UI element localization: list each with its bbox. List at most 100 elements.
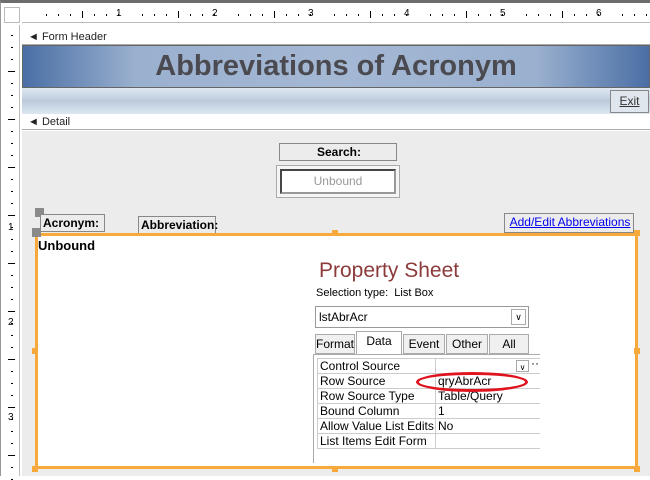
ruler-tick: [274, 11, 275, 18]
ruler-tick: [550, 14, 551, 16]
ruler-tick: [8, 359, 15, 360]
ruler-tick: [46, 14, 47, 16]
ruler-tick: [502, 14, 503, 16]
ruler-tick: [11, 395, 13, 396]
ruler-tick: [8, 407, 15, 408]
ruler-tick: [490, 14, 491, 16]
horizontal-ruler[interactable]: 1 2 3 4 5 6: [22, 6, 650, 23]
chevron-down-icon[interactable]: ∨: [511, 309, 526, 325]
property-row[interactable]: Bound Column 1: [317, 403, 540, 419]
ruler-tick: [8, 263, 15, 264]
ruler-tick: [202, 14, 203, 16]
ruler-tick: [634, 14, 635, 16]
ruler-tick: [358, 14, 359, 16]
property-sheet: Property Sheet Selection type: List Box …: [312, 255, 540, 463]
resize-handle[interactable]: [332, 230, 338, 236]
move-handle[interactable]: [32, 228, 41, 237]
selection-type-label: Selection type:: [316, 287, 389, 299]
ruler-tick: [11, 95, 13, 96]
resize-handle[interactable]: [32, 348, 38, 354]
ruler-tick: [70, 14, 71, 16]
ruler-tick: [346, 14, 347, 16]
tab-data[interactable]: Data: [356, 331, 402, 355]
resize-handle[interactable]: [32, 466, 38, 472]
detail-section-bar[interactable]: ◄ Detail: [22, 114, 650, 130]
ruler-tick: [11, 383, 13, 384]
search-textbox[interactable]: Unbound: [276, 165, 400, 198]
listbox-value: Unbound: [38, 238, 96, 253]
property-value[interactable]: No: [435, 418, 540, 434]
ruler-tick: [11, 227, 13, 228]
resize-handle[interactable]: [634, 348, 640, 354]
object-selector-dropdown[interactable]: lstAbrAcr ∨: [315, 306, 529, 328]
ruler-tick: [11, 251, 13, 252]
ruler-tick: [8, 167, 15, 168]
ruler-tick: [298, 14, 299, 16]
ruler-tick: [238, 14, 239, 16]
exit-button[interactable]: Exit: [610, 90, 649, 113]
detail-label: Detail: [41, 116, 71, 128]
chevron-down-icon[interactable]: ∨: [516, 360, 529, 372]
property-name: Bound Column: [317, 403, 436, 419]
abbreviation-label[interactable]: Abbreviation:: [138, 216, 218, 234]
ruler-tick: [442, 14, 443, 16]
tab-event[interactable]: Event: [403, 334, 445, 354]
ruler-tick: [214, 14, 215, 16]
property-row[interactable]: List Items Edit Form: [317, 433, 540, 449]
ruler-tick: [11, 35, 13, 36]
ruler-tick: [190, 14, 191, 16]
ruler-tick: [11, 47, 13, 48]
ruler-tick: [526, 14, 527, 16]
property-value[interactable]: ∨ ··: [435, 357, 540, 374]
ruler-tick: [562, 11, 563, 18]
ruler-tick: [574, 14, 575, 16]
property-row[interactable]: Control Source ∨ ··: [317, 357, 540, 374]
ruler-tick: [622, 14, 623, 16]
property-value[interactable]: [435, 433, 540, 449]
ruler-tick: [11, 443, 13, 444]
property-grid: Control Source ∨ ·· Row Source qryAbrAcr Ro…: [313, 354, 540, 463]
ruler-tick: [106, 14, 107, 16]
form-selector[interactable]: [4, 7, 20, 23]
tab-other[interactable]: Other: [446, 334, 488, 354]
ruler-tick: [11, 371, 13, 372]
ruler-tick: [142, 14, 143, 16]
search-label[interactable]: Search:: [279, 143, 397, 161]
header-band: [22, 88, 650, 114]
add-edit-abbreviations-link[interactable]: Add/Edit Abbreviations: [504, 213, 634, 233]
property-row[interactable]: Row Source Type Table/Query: [317, 388, 540, 404]
ruler-tick: [538, 14, 539, 16]
ruler-tick: [11, 239, 13, 240]
title-band: Abbreviations of Acronym: [22, 45, 650, 88]
tab-format[interactable]: Format: [315, 334, 355, 354]
ruler-tick: [250, 14, 251, 16]
form-title[interactable]: Abbreviations of Acronym: [155, 50, 516, 82]
ruler-tick: [166, 14, 167, 16]
resize-handle[interactable]: [634, 230, 640, 236]
vertical-ruler[interactable]: 1 2 3: [4, 25, 20, 480]
highlight-ellipse: [416, 372, 528, 392]
form-header-section-bar[interactable]: ◄ Form Header: [22, 29, 650, 45]
ruler-tick: [646, 14, 647, 16]
ruler-number: 3: [8, 412, 14, 423]
property-value[interactable]: 1: [435, 403, 540, 419]
search-textbox-value: Unbound: [280, 169, 396, 194]
builder-icon[interactable]: ··: [531, 357, 539, 370]
selection-type-value: List Box: [394, 287, 434, 299]
ruler-tick: [11, 155, 13, 156]
resize-handle[interactable]: [634, 466, 640, 472]
property-name: Control Source: [317, 358, 436, 374]
ruler-tick: [11, 299, 13, 300]
ruler-tick: [586, 14, 587, 16]
tab-all[interactable]: All: [489, 334, 529, 354]
property-row[interactable]: Allow Value List Edits No: [317, 418, 540, 434]
ruler-tick: [11, 107, 13, 108]
resize-handle[interactable]: [332, 466, 338, 472]
acronym-label[interactable]: Acronym:: [40, 214, 105, 232]
ruler-tick: [178, 11, 179, 18]
ruler-tick: [598, 14, 599, 16]
ruler-tick: [94, 14, 95, 16]
ruler-tick: [11, 323, 13, 324]
property-name: Row Source Type: [317, 388, 436, 404]
ruler-tick: [11, 419, 13, 420]
